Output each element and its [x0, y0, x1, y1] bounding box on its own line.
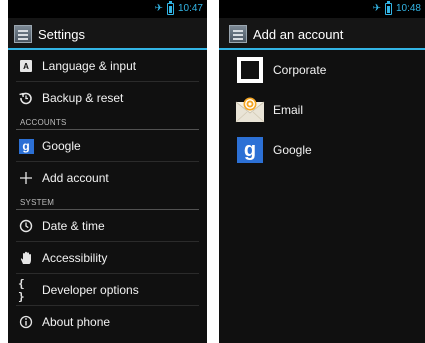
action-bar: Settings — [8, 18, 207, 50]
airplane-mode-icon: ✈ — [154, 3, 163, 14]
plus-icon — [18, 170, 34, 186]
account-type-list: Corporate Email g Google — [219, 50, 425, 170]
page-title: Add an account — [253, 26, 344, 42]
settings-item-label: Add account — [42, 171, 109, 185]
account-type-email[interactable]: Email — [219, 90, 425, 130]
airplane-mode-icon: ✈ — [372, 3, 381, 14]
account-type-label: Google — [273, 143, 312, 157]
settings-item-label: Language & input — [42, 59, 137, 73]
language-icon: A — [18, 58, 34, 74]
settings-item-label: Developer options — [42, 283, 139, 297]
settings-item-label: Google — [42, 139, 81, 153]
section-header-system: SYSTEM — [8, 194, 207, 210]
account-type-corporate[interactable]: Corporate — [219, 50, 425, 90]
action-bar: Add an account — [219, 18, 425, 50]
settings-app-icon[interactable] — [14, 25, 32, 43]
google-icon: g — [18, 138, 34, 154]
settings-item-date-time[interactable]: Date & time — [8, 210, 207, 242]
google-icon: g — [235, 135, 265, 165]
settings-screen: ✈ 10:47 Settings A Language & input Back… — [8, 0, 207, 343]
account-type-google[interactable]: g Google — [219, 130, 425, 170]
status-time: 10:47 — [177, 3, 203, 14]
settings-item-developer-options[interactable]: { } Developer options — [8, 274, 207, 306]
email-icon — [235, 95, 265, 125]
status-bar: ✈ 10:48 — [219, 0, 425, 18]
add-account-screen: ✈ 10:48 Add an account Corporate Email g… — [219, 0, 425, 343]
settings-item-label: Date & time — [42, 219, 105, 233]
settings-item-backup-reset[interactable]: Backup & reset — [8, 82, 207, 114]
braces-icon: { } — [18, 277, 25, 303]
account-type-label: Corporate — [273, 63, 327, 77]
page-title: Settings — [38, 26, 85, 42]
backup-restore-icon — [18, 90, 34, 106]
settings-item-label: About phone — [42, 315, 111, 329]
account-type-label: Email — [273, 103, 304, 117]
info-icon — [18, 314, 34, 330]
battery-icon — [166, 1, 174, 15]
battery-icon — [384, 1, 392, 15]
settings-item-google[interactable]: g Google — [8, 130, 207, 162]
status-bar: ✈ 10:47 — [8, 0, 207, 18]
settings-item-about-phone[interactable]: About phone — [8, 306, 207, 338]
settings-list: A Language & input Backup & reset ACCOUN… — [8, 50, 207, 338]
clock-icon — [18, 218, 34, 234]
settings-item-label: Backup & reset — [42, 91, 124, 105]
hand-icon — [18, 250, 34, 266]
status-time: 10:48 — [395, 3, 421, 14]
settings-item-label: Accessibility — [42, 251, 108, 265]
settings-item-language-input[interactable]: A Language & input — [8, 50, 207, 82]
settings-app-icon[interactable] — [229, 25, 247, 43]
settings-item-accessibility[interactable]: Accessibility — [8, 242, 207, 274]
section-header-accounts: ACCOUNTS — [8, 114, 207, 130]
settings-item-add-account[interactable]: Add account — [8, 162, 207, 194]
corporate-icon — [235, 55, 265, 85]
